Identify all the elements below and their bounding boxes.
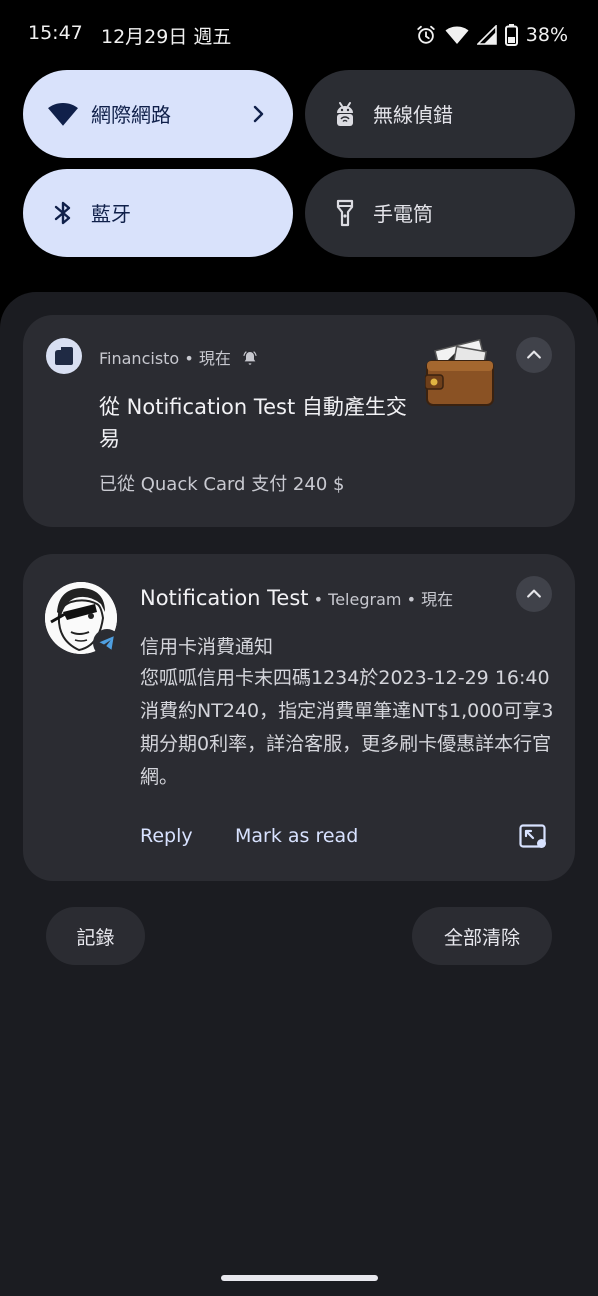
chevron-up-icon bbox=[527, 589, 541, 598]
battery-icon bbox=[504, 24, 518, 46]
tile-label: 手電筒 bbox=[373, 202, 433, 226]
status-icons: 38% bbox=[415, 22, 568, 48]
history-button[interactable]: 記錄 bbox=[46, 907, 145, 965]
wifi-icon bbox=[47, 98, 79, 130]
chevron-right-icon bbox=[253, 105, 264, 123]
tile-wireless-debugging[interactable]: 無線偵錯 bbox=[305, 70, 575, 158]
notification-financisto[interactable]: Financisto • 現在 從 Notification Test 自動產生… bbox=[23, 315, 575, 527]
financisto-app-icon bbox=[46, 338, 82, 374]
picture-in-picture-icon[interactable] bbox=[519, 824, 547, 850]
notification-body: 已從 Quack Card 支付 240 $ bbox=[99, 474, 345, 495]
clear-all-button[interactable]: 全部清除 bbox=[412, 907, 552, 965]
message-title: 信用卡消費通知 bbox=[140, 636, 274, 658]
flashlight-icon bbox=[329, 197, 361, 229]
cell-signal-icon bbox=[476, 25, 497, 45]
notification-telegram[interactable]: Notification Test • Telegram • 現在 信用卡消費通… bbox=[23, 554, 575, 881]
tile-label: 網際網路 bbox=[91, 103, 171, 127]
collapse-button[interactable] bbox=[516, 337, 552, 373]
notification-app-line: Financisto • 現在 bbox=[99, 345, 258, 369]
tile-flashlight[interactable]: 手電筒 bbox=[305, 169, 575, 257]
chevron-up-icon bbox=[527, 350, 541, 359]
tile-label: 藍牙 bbox=[91, 202, 131, 226]
sender-name: Notification Test bbox=[140, 586, 309, 610]
bluetooth-icon bbox=[47, 197, 79, 229]
notification-time: 現在 bbox=[421, 590, 454, 609]
notification-time: 現在 bbox=[198, 349, 231, 368]
status-time: 15:47 bbox=[28, 22, 83, 44]
message-body: 您呱呱信用卡末四碼1234於2023-12-29 16:40消費約NT240，指… bbox=[140, 667, 554, 788]
status-date: 12月29日 週五 bbox=[101, 26, 232, 48]
tile-label: 無線偵錯 bbox=[373, 103, 453, 127]
tile-bluetooth[interactable]: 藍牙 bbox=[23, 169, 293, 257]
home-indicator[interactable] bbox=[221, 1275, 378, 1281]
collapse-button[interactable] bbox=[516, 576, 552, 612]
wallet-icon bbox=[425, 339, 494, 406]
wifi-icon bbox=[445, 26, 469, 44]
app-name: Telegram bbox=[328, 590, 402, 609]
alert-bell-icon bbox=[243, 351, 257, 365]
status-bar: 15:47 12月29日 週五 38% bbox=[0, 0, 598, 70]
mark-as-read-button[interactable]: Mark as read bbox=[235, 825, 358, 847]
notification-title: 從 Notification Test 自動產生交易 bbox=[99, 395, 407, 451]
telegram-icon bbox=[93, 629, 121, 657]
alarm-icon bbox=[417, 25, 435, 44]
notification-header: Notification Test • Telegram • 現在 bbox=[140, 586, 454, 610]
app-name: Financisto bbox=[99, 349, 180, 368]
battery-percentage: 38% bbox=[525, 24, 568, 46]
reply-button[interactable]: Reply bbox=[140, 825, 193, 847]
tile-internet[interactable]: 網際網路 bbox=[23, 70, 293, 158]
android-debug-icon bbox=[329, 98, 361, 130]
